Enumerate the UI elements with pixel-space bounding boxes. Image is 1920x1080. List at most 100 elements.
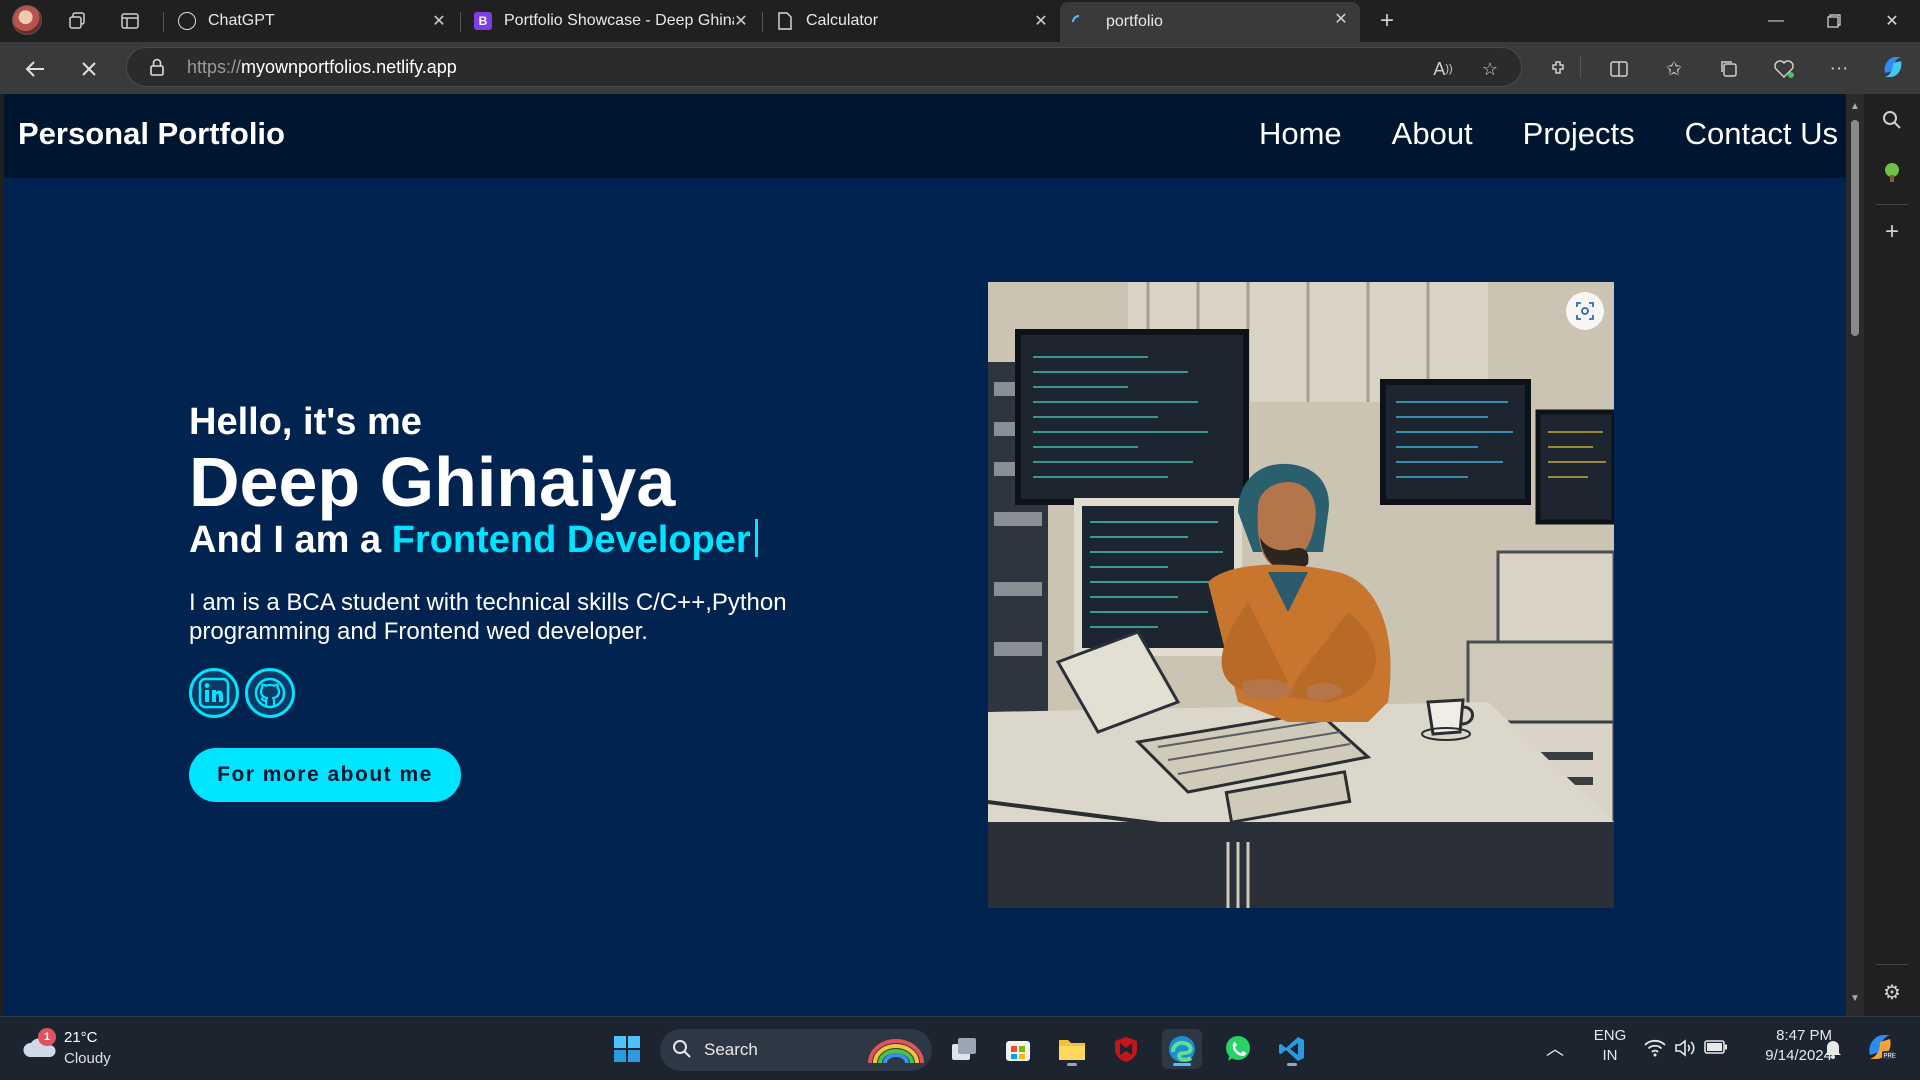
hero-role: And I am a Frontend Developer <box>189 518 949 562</box>
favorites-icon[interactable]: ✩ <box>1659 54 1689 84</box>
task-view-icon[interactable] <box>944 1029 984 1069</box>
scroll-thumb[interactable] <box>1851 120 1859 336</box>
search-highlight-rainbow-icon <box>868 1039 924 1064</box>
nav-home[interactable]: Home <box>1259 116 1342 152</box>
nav-projects[interactable]: Projects <box>1523 116 1635 152</box>
browser-essentials-icon[interactable] <box>1769 54 1799 84</box>
edge-sidebar: + ⚙ <box>1864 94 1920 1016</box>
search-icon <box>673 1040 691 1058</box>
site-navbar: Personal Portfolio Home About Projects C… <box>4 94 1846 178</box>
search-placeholder: Search <box>704 1040 758 1059</box>
close-icon[interactable]: ✕ <box>428 10 450 32</box>
language-code: ENG <box>1593 1027 1627 1044</box>
microsoft-store-icon[interactable] <box>998 1029 1038 1069</box>
address-bar[interactable]: https://myownportfolios.netlify.app A)) … <box>126 47 1522 87</box>
nav-about[interactable]: About <box>1392 116 1473 152</box>
battery-icon[interactable] <box>1704 1039 1728 1059</box>
developer-illustration <box>988 282 1614 908</box>
profile-avatar[interactable] <box>12 5 42 35</box>
more-about-me-button[interactable]: For more about me <box>189 748 461 802</box>
wifi-icon[interactable] <box>1644 1039 1666 1061</box>
vertical-tabs-icon[interactable] <box>115 6 145 36</box>
tab-title: Calculator <box>806 12 879 29</box>
scroll-down-arrow[interactable]: ▼ <box>1850 994 1860 1004</box>
url-text[interactable]: https://myownportfolios.netlify.app <box>187 57 457 78</box>
volume-icon[interactable] <box>1674 1039 1696 1061</box>
tab-portfolio[interactable]: portfolio ✕ <box>1060 2 1360 42</box>
close-window-button[interactable]: ✕ <box>1864 0 1920 42</box>
tab-title: portfolio <box>1106 13 1163 30</box>
weather-temperature[interactable]: 21°C <box>64 1029 98 1046</box>
notification-bell-icon[interactable] <box>1824 1039 1842 1063</box>
visual-search-icon[interactable] <box>1566 292 1604 330</box>
split-screen-icon[interactable] <box>1604 54 1634 84</box>
copilot-icon[interactable] <box>1878 52 1908 82</box>
weather-badge: 1 <box>38 1028 56 1046</box>
linkedin-icon[interactable] <box>189 668 239 718</box>
close-icon[interactable]: ✕ <box>1330 8 1352 30</box>
site-brand[interactable]: Personal Portfolio <box>18 116 285 152</box>
region-code: IN <box>1602 1047 1618 1064</box>
add-sidebar-app-icon[interactable]: + <box>1878 218 1906 246</box>
taskbar-search-box[interactable]: Search <box>660 1029 932 1071</box>
whatsapp-icon[interactable] <box>1218 1029 1258 1069</box>
document-icon <box>776 12 794 30</box>
search-icon[interactable] <box>1878 106 1906 134</box>
tab-calculator[interactable]: Calculator ✕ <box>766 4 1060 38</box>
weather-description[interactable]: Cloudy <box>64 1050 111 1067</box>
typing-caret <box>754 519 758 557</box>
browser-tab-bar: ChatGPT ✕ B Portfolio Showcase - Deep Gh… <box>0 0 1920 42</box>
nav-contact-us[interactable]: Contact Us <box>1685 116 1838 152</box>
nav-links: Home About Projects Contact Us <box>1259 116 1838 152</box>
sidebar-settings-icon[interactable]: ⚙ <box>1878 978 1906 1006</box>
clock[interactable]: 8:47 PM 9/14/2024 <box>1742 1027 1832 1064</box>
lock-icon[interactable] <box>149 58 165 76</box>
github-icon[interactable] <box>245 668 295 718</box>
page-scrollbar[interactable]: ▲ ▼ <box>1846 94 1864 1016</box>
role-highlight: Frontend Developer <box>391 519 751 561</box>
show-hidden-icons-chevron[interactable]: ︿ <box>1546 1035 1564 1061</box>
web-page: Personal Portfolio Home About Projects C… <box>4 94 1846 1016</box>
tab-chatgpt[interactable]: ChatGPT ✕ <box>168 4 458 38</box>
copilot-taskbar-icon[interactable]: PRE <box>1864 1031 1896 1067</box>
b-icon: B <box>474 12 492 30</box>
extensions-icon[interactable] <box>1543 54 1573 84</box>
clock-time: 8:47 PM <box>1776 1027 1832 1044</box>
hero-greeting: Hello, it's me <box>189 401 422 443</box>
loading-icon <box>1070 13 1088 31</box>
svg-text:PRE: PRE <box>1884 1054 1896 1060</box>
chatgpt-icon <box>178 12 196 30</box>
hero-description: I am is a BCA student with technical ski… <box>189 589 787 645</box>
minimize-button[interactable]: — <box>1748 0 1804 42</box>
back-button[interactable] <box>18 52 52 86</box>
tab-title: Portfolio Showcase - Deep Ghinaiya <box>504 12 734 29</box>
scroll-up-arrow[interactable]: ▲ <box>1850 102 1860 112</box>
restore-button[interactable] <box>1806 0 1862 42</box>
close-icon[interactable]: ✕ <box>730 10 752 32</box>
windows-start-icon[interactable] <box>607 1029 647 1069</box>
vs-code-icon[interactable] <box>1272 1029 1312 1069</box>
url-scheme: https:// <box>187 57 242 77</box>
tab-portfolio-showcase[interactable]: B Portfolio Showcase - Deep Ghinaiya ✕ <box>464 4 760 38</box>
role-prefix: And I am a <box>189 519 392 561</box>
mcafee-icon[interactable] <box>1106 1029 1146 1069</box>
language-indicator[interactable]: ENG IN <box>1590 1027 1630 1064</box>
close-icon[interactable]: ✕ <box>1030 10 1052 32</box>
workspaces-icon[interactable] <box>62 6 92 36</box>
tab-title: ChatGPT <box>208 12 275 29</box>
file-explorer-icon[interactable] <box>1052 1029 1092 1069</box>
edge-browser-icon[interactable] <box>1162 1029 1202 1069</box>
hero-text: Hello, it's me Deep Ghinaiya And I am a … <box>189 400 949 802</box>
read-aloud-icon[interactable]: A)) <box>1430 56 1456 82</box>
favorite-star-icon[interactable]: ☆ <box>1477 56 1503 82</box>
stop-loading-button[interactable] <box>72 52 106 86</box>
browser-toolbar: https://myownportfolios.netlify.app A)) … <box>0 42 1920 94</box>
new-tab-button[interactable]: + <box>1372 6 1402 36</box>
more-options-icon[interactable]: ··· <box>1824 54 1854 84</box>
shopping-icon[interactable] <box>1878 158 1906 186</box>
developer-illustration-art <box>988 282 1614 908</box>
social-links <box>189 668 949 718</box>
collections-icon[interactable] <box>1714 54 1744 84</box>
windows-taskbar: 1 21°C Cloudy Search ︿ ENG IN 8:47 PM 9/… <box>0 1016 1920 1080</box>
clock-date: 9/14/2024 <box>1765 1047 1832 1064</box>
